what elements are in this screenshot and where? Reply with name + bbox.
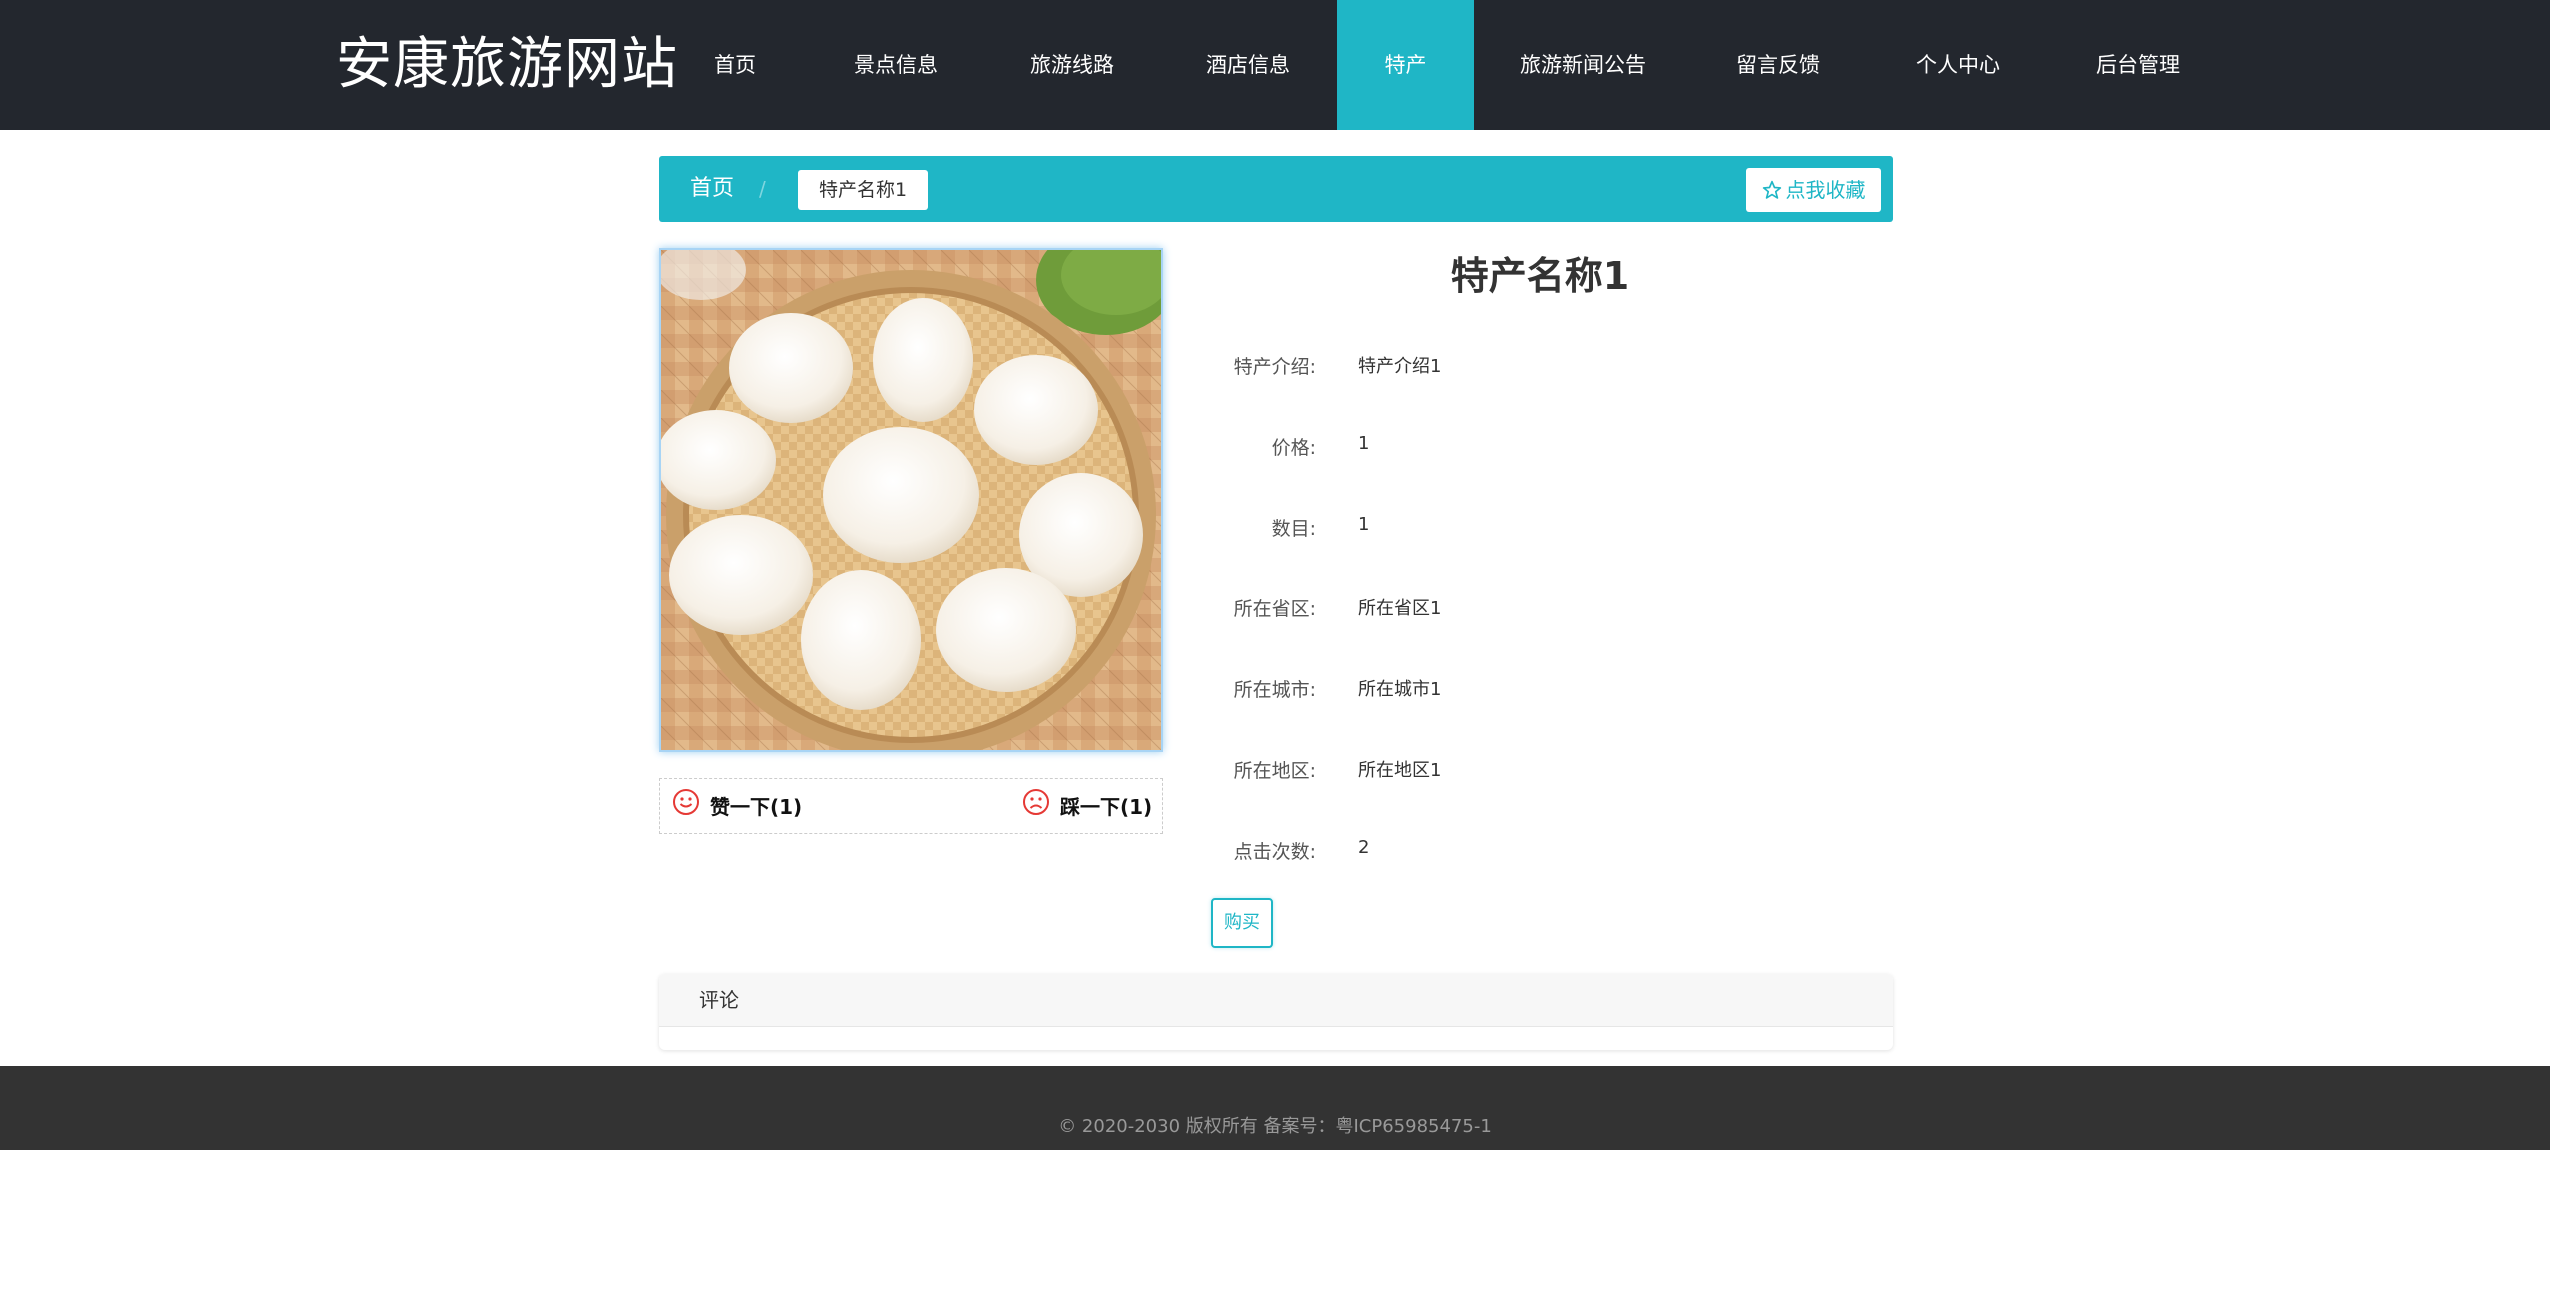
field-value-city: 所在城市1 xyxy=(1358,679,1442,700)
like-label: 赞一下(1) xyxy=(710,795,803,819)
field-value-price: 1 xyxy=(1358,433,1370,454)
dislike-button[interactable]: 踩一下(1) xyxy=(1022,779,1152,835)
comment-panel-title: 评论 xyxy=(699,988,739,1012)
footer: © 2020-2030 版权所有 备案号：粤ICP65985475-1 xyxy=(0,1066,2550,1150)
product-title: 特产名称1 xyxy=(1450,254,1630,298)
nav-item-attractions[interactable]: 景点信息 xyxy=(836,0,956,130)
star-outline-icon xyxy=(1762,168,1782,212)
field-label-price: 价格: xyxy=(1271,437,1316,459)
site-logo[interactable]: 安康旅游网站 xyxy=(336,30,678,100)
comment-panel-header: 评论 xyxy=(659,974,1893,1027)
like-button[interactable]: 赞一下(1) xyxy=(672,779,802,835)
breadcrumb: 首页 / 特产名称1 点我收藏 xyxy=(659,156,1893,222)
nav-item-specialties[interactable]: 特产 xyxy=(1337,0,1474,130)
nav-item-feedback[interactable]: 留言反馈 xyxy=(1716,0,1840,130)
dislike-label: 踩一下(1) xyxy=(1060,795,1153,819)
nav-item-news[interactable]: 旅游新闻公告 xyxy=(1508,0,1658,130)
field-label-city: 所在城市: xyxy=(1233,679,1316,701)
field-label-quantity: 数目: xyxy=(1271,518,1316,540)
breadcrumb-home-link[interactable]: 首页 xyxy=(690,156,734,222)
nav-item-user-center[interactable]: 个人中心 xyxy=(1896,0,2020,130)
field-label-clicks: 点击次数: xyxy=(1233,841,1316,863)
field-value-intro: 特产介绍1 xyxy=(1358,356,1442,377)
nav-item-routes[interactable]: 旅游线路 xyxy=(1012,0,1132,130)
field-label-province: 所在省区: xyxy=(1233,598,1316,620)
nav-item-home[interactable]: 首页 xyxy=(690,0,780,130)
top-navbar: 安康旅游网站 首页 景点信息 旅游线路 酒店信息 特产 旅游新闻公告 留言反馈 … xyxy=(0,0,2550,130)
breadcrumb-current: 特产名称1 xyxy=(798,170,928,210)
comment-panel: 评论 xyxy=(659,974,1893,1050)
field-value-province: 所在省区1 xyxy=(1358,598,1442,619)
favorite-button[interactable]: 点我收藏 xyxy=(1746,168,1881,212)
field-value-district: 所在地区1 xyxy=(1358,760,1442,781)
buy-button[interactable]: 购买 xyxy=(1211,898,1273,948)
smile-icon xyxy=(672,781,700,837)
field-label-intro: 特产介绍: xyxy=(1233,356,1316,378)
field-value-clicks: 2 xyxy=(1358,837,1370,858)
product-image xyxy=(659,248,1163,752)
breadcrumb-separator: / xyxy=(759,177,766,201)
field-label-district: 所在地区: xyxy=(1233,760,1316,782)
favorite-button-label: 点我收藏 xyxy=(1785,178,1866,202)
nav-item-hotels[interactable]: 酒店信息 xyxy=(1188,0,1308,130)
frown-icon xyxy=(1022,781,1050,837)
footer-copyright: © 2020-2030 版权所有 备案号：粤ICP65985475-1 xyxy=(1058,1116,1492,1137)
vote-row: 赞一下(1) 踩一下(1) xyxy=(659,778,1163,834)
nav-item-admin[interactable]: 后台管理 xyxy=(2076,0,2200,130)
page: 安康旅游网站 首页 景点信息 旅游线路 酒店信息 特产 旅游新闻公告 留言反馈 … xyxy=(0,0,2550,1290)
field-value-quantity: 1 xyxy=(1358,514,1370,535)
